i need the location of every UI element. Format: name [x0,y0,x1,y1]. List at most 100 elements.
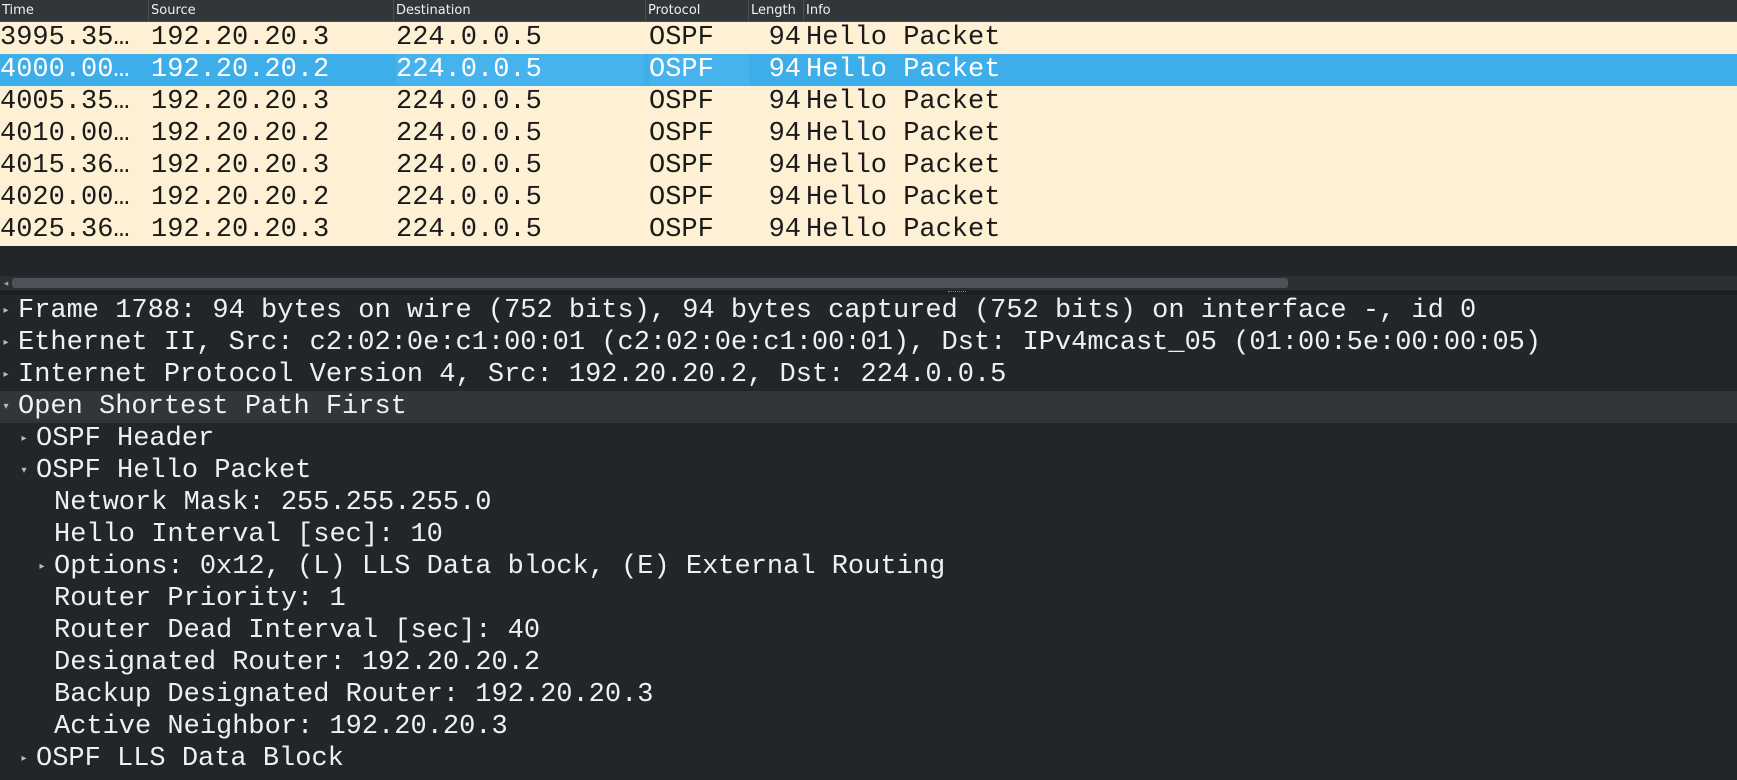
packet-cell-info: Hello Packet [806,151,1001,181]
detail-tree-label: Hello Interval [sec]: 10 [54,520,443,550]
packet-cell-source: 192.20.20.3 [151,215,330,245]
packet-list-pane: Time Source Destination Protocol Length … [0,0,1737,246]
collapsed-arrow-icon[interactable]: ▸ [18,423,30,455]
packet-cell-length: 94 [768,87,801,117]
packet-cell-source: 192.20.20.2 [151,55,330,85]
packet-cell-time: 4025.36… [0,215,130,245]
column-header-info[interactable]: Info [804,0,1737,21]
packet-cell-destination: 224.0.0.5 [396,183,542,213]
detail-tree-item[interactable]: Network Mask: 255.255.255.0 [0,487,1737,519]
detail-tree-label: Network Mask: 255.255.255.0 [54,488,492,518]
detail-tree-label: Open Shortest Path First [18,392,407,422]
column-header-destination[interactable]: Destination [394,0,646,21]
detail-tree-item[interactable]: ▸ Ethernet II, Src: c2:02:0e:c1:00:01 (c2… [0,327,1737,359]
packet-cell-protocol: OSPF [649,87,714,117]
packet-cell-info: Hello Packet [806,87,1001,117]
packet-cell-info: Hello Packet [806,183,1001,213]
detail-tree-label: OSPF LLS Data Block [36,744,344,774]
packet-cell-protocol: OSPF [649,183,714,213]
packet-cell-protocol: OSPF [649,151,714,181]
column-header-length[interactable]: Length [749,0,804,21]
expanded-arrow-icon[interactable]: ▾ [0,391,12,423]
packet-row[interactable]: 3995.35… 192.20.20.3 224.0.0.5 OSPF 94 Hello … [0,22,1737,54]
detail-tree-label: Router Dead Interval [sec]: 40 [54,616,541,646]
expanded-arrow-icon[interactable]: ▾ [18,455,30,487]
detail-tree-label: Internet Protocol Version 4, Src: 192.20… [18,360,1007,390]
packet-cell-destination: 224.0.0.5 [396,23,542,53]
packet-cell-destination: 224.0.0.5 [396,87,542,117]
scrollbar-thumb[interactable] [12,278,1288,288]
packet-cell-source: 192.20.20.2 [151,119,330,149]
packet-cell-time: 4010.00… [0,119,130,149]
detail-tree-label: Router Priority: 1 [54,584,346,614]
column-header-source[interactable]: Source [149,0,394,21]
packet-cell-length: 94 [768,119,801,149]
packet-cell-time: 4005.35… [0,87,130,117]
detail-tree-label: OSPF Header [36,424,215,454]
column-header-time[interactable]: Time [0,0,149,21]
detail-tree-item[interactable]: Backup Designated Router: 192.20.20.3 [0,679,1737,711]
detail-tree-item[interactable]: Router Dead Interval [sec]: 40 [0,615,1737,647]
packet-cell-destination: 224.0.0.5 [396,151,542,181]
packet-cell-length: 94 [768,55,801,85]
packet-cell-length: 94 [768,151,801,181]
packet-cell-info: Hello Packet [806,215,1001,245]
packet-cell-source: 192.20.20.2 [151,183,330,213]
packet-row[interactable]: 4005.35… 192.20.20.3 224.0.0.5 OSPF 94 Hello … [0,86,1737,118]
scroll-left-arrow-icon[interactable]: ◂ [0,276,12,290]
collapsed-arrow-icon[interactable]: ▸ [36,551,48,583]
detail-tree-item[interactable]: Designated Router: 192.20.20.2 [0,647,1737,679]
packet-cell-time: 3995.35… [0,23,130,53]
detail-tree-label: OSPF Hello Packet [36,456,312,486]
collapsed-arrow-icon[interactable]: ▸ [0,359,12,391]
packet-cell-info: Hello Packet [806,119,1001,149]
detail-tree-item[interactable]: Hello Interval [sec]: 10 [0,519,1737,551]
packet-cell-protocol: OSPF [649,23,714,53]
collapsed-arrow-icon[interactable]: ▸ [18,743,30,775]
detail-tree-item[interactable]: ▸ Internet Protocol Version 4, Src: 192.2… [0,359,1737,391]
packet-cell-protocol: OSPF [649,215,714,245]
detail-tree-item[interactable]: Router Priority: 1 [0,583,1737,615]
detail-tree-label: Ethernet II, Src: c2:02:0e:c1:00:01 (c2:… [18,328,1542,358]
detail-tree-item[interactable]: Active Neighbor: 192.20.20.3 [0,711,1737,743]
packet-cell-destination: 224.0.0.5 [396,119,542,149]
detail-tree-item[interactable]: ▾ OSPF Hello Packet [0,455,1737,487]
detail-tree-item[interactable]: ▸ Options: 0x12, (L) LLS Data block, (E) … [0,551,1737,583]
packet-row[interactable]: 4010.00… 192.20.20.2 224.0.0.5 OSPF 94 Hello … [0,118,1737,150]
packet-cell-protocol: OSPF [649,119,714,149]
packet-list-horizontal-scrollbar[interactable]: ◂ [0,276,1737,290]
packet-row[interactable]: 4025.36… 192.20.20.3 224.0.0.5 OSPF 94 Hello … [0,214,1737,246]
packet-cell-destination: 224.0.0.5 [396,54,644,86]
packet-rows: 3995.35… 192.20.20.3 224.0.0.5 OSPF 94 Hello … [0,22,1737,246]
packet-list-header: Time Source Destination Protocol Length … [0,0,1737,22]
packet-row[interactable]: 4015.36… 192.20.20.3 224.0.0.5 OSPF 94 Hello … [0,150,1737,182]
packet-cell-info: Hello Packet [806,55,1001,85]
detail-tree-item[interactable]: ▸ OSPF Header [0,423,1737,455]
packet-cell-source: 192.20.20.3 [151,23,330,53]
detail-tree-label: Active Neighbor: 192.20.20.3 [54,712,508,742]
detail-tree-item[interactable]: ▾ Open Shortest Path First [0,391,1737,423]
packet-cell-time: 4000.00… [0,55,130,85]
packet-cell-time: 4015.36… [0,151,130,181]
packet-cell-protocol: OSPF [649,54,749,86]
detail-tree-label: Backup Designated Router: 192.20.20.3 [54,680,654,710]
packet-details-pane: ▸ Frame 1788: 94 bytes on wire (752 bits)… [0,295,1737,780]
packet-cell-time: 4020.00… [0,183,130,213]
packet-row[interactable]: 4000.00… 192.20.20.2 224.0.0.5 OSPF 94 Hello … [0,54,1737,86]
packet-row[interactable]: 4020.00… 192.20.20.2 224.0.0.5 OSPF 94 Hello … [0,182,1737,214]
detail-tree-item[interactable]: ▸ OSPF LLS Data Block [0,743,1737,775]
packet-cell-length: 94 [768,183,801,213]
packet-cell-length: 94 [768,215,801,245]
collapsed-arrow-icon[interactable]: ▸ [0,327,12,359]
detail-tree-label: Options: 0x12, (L) LLS Data block, (E) E… [54,552,946,582]
detail-tree-item[interactable]: ▸ Frame 1788: 94 bytes on wire (752 bits)… [0,295,1737,327]
packet-cell-destination: 224.0.0.5 [396,215,542,245]
packet-cell-length: 94 [768,23,801,53]
packet-cell-source: 192.20.20.3 [151,151,330,181]
packet-cell-info: Hello Packet [806,23,1001,53]
detail-tree-label: Designated Router: 192.20.20.2 [54,648,541,678]
detail-tree-label: Frame 1788: 94 bytes on wire (752 bits),… [18,296,1477,326]
collapsed-arrow-icon[interactable]: ▸ [0,295,12,327]
packet-cell-source: 192.20.20.3 [151,87,330,117]
column-header-protocol[interactable]: Protocol [646,0,749,21]
